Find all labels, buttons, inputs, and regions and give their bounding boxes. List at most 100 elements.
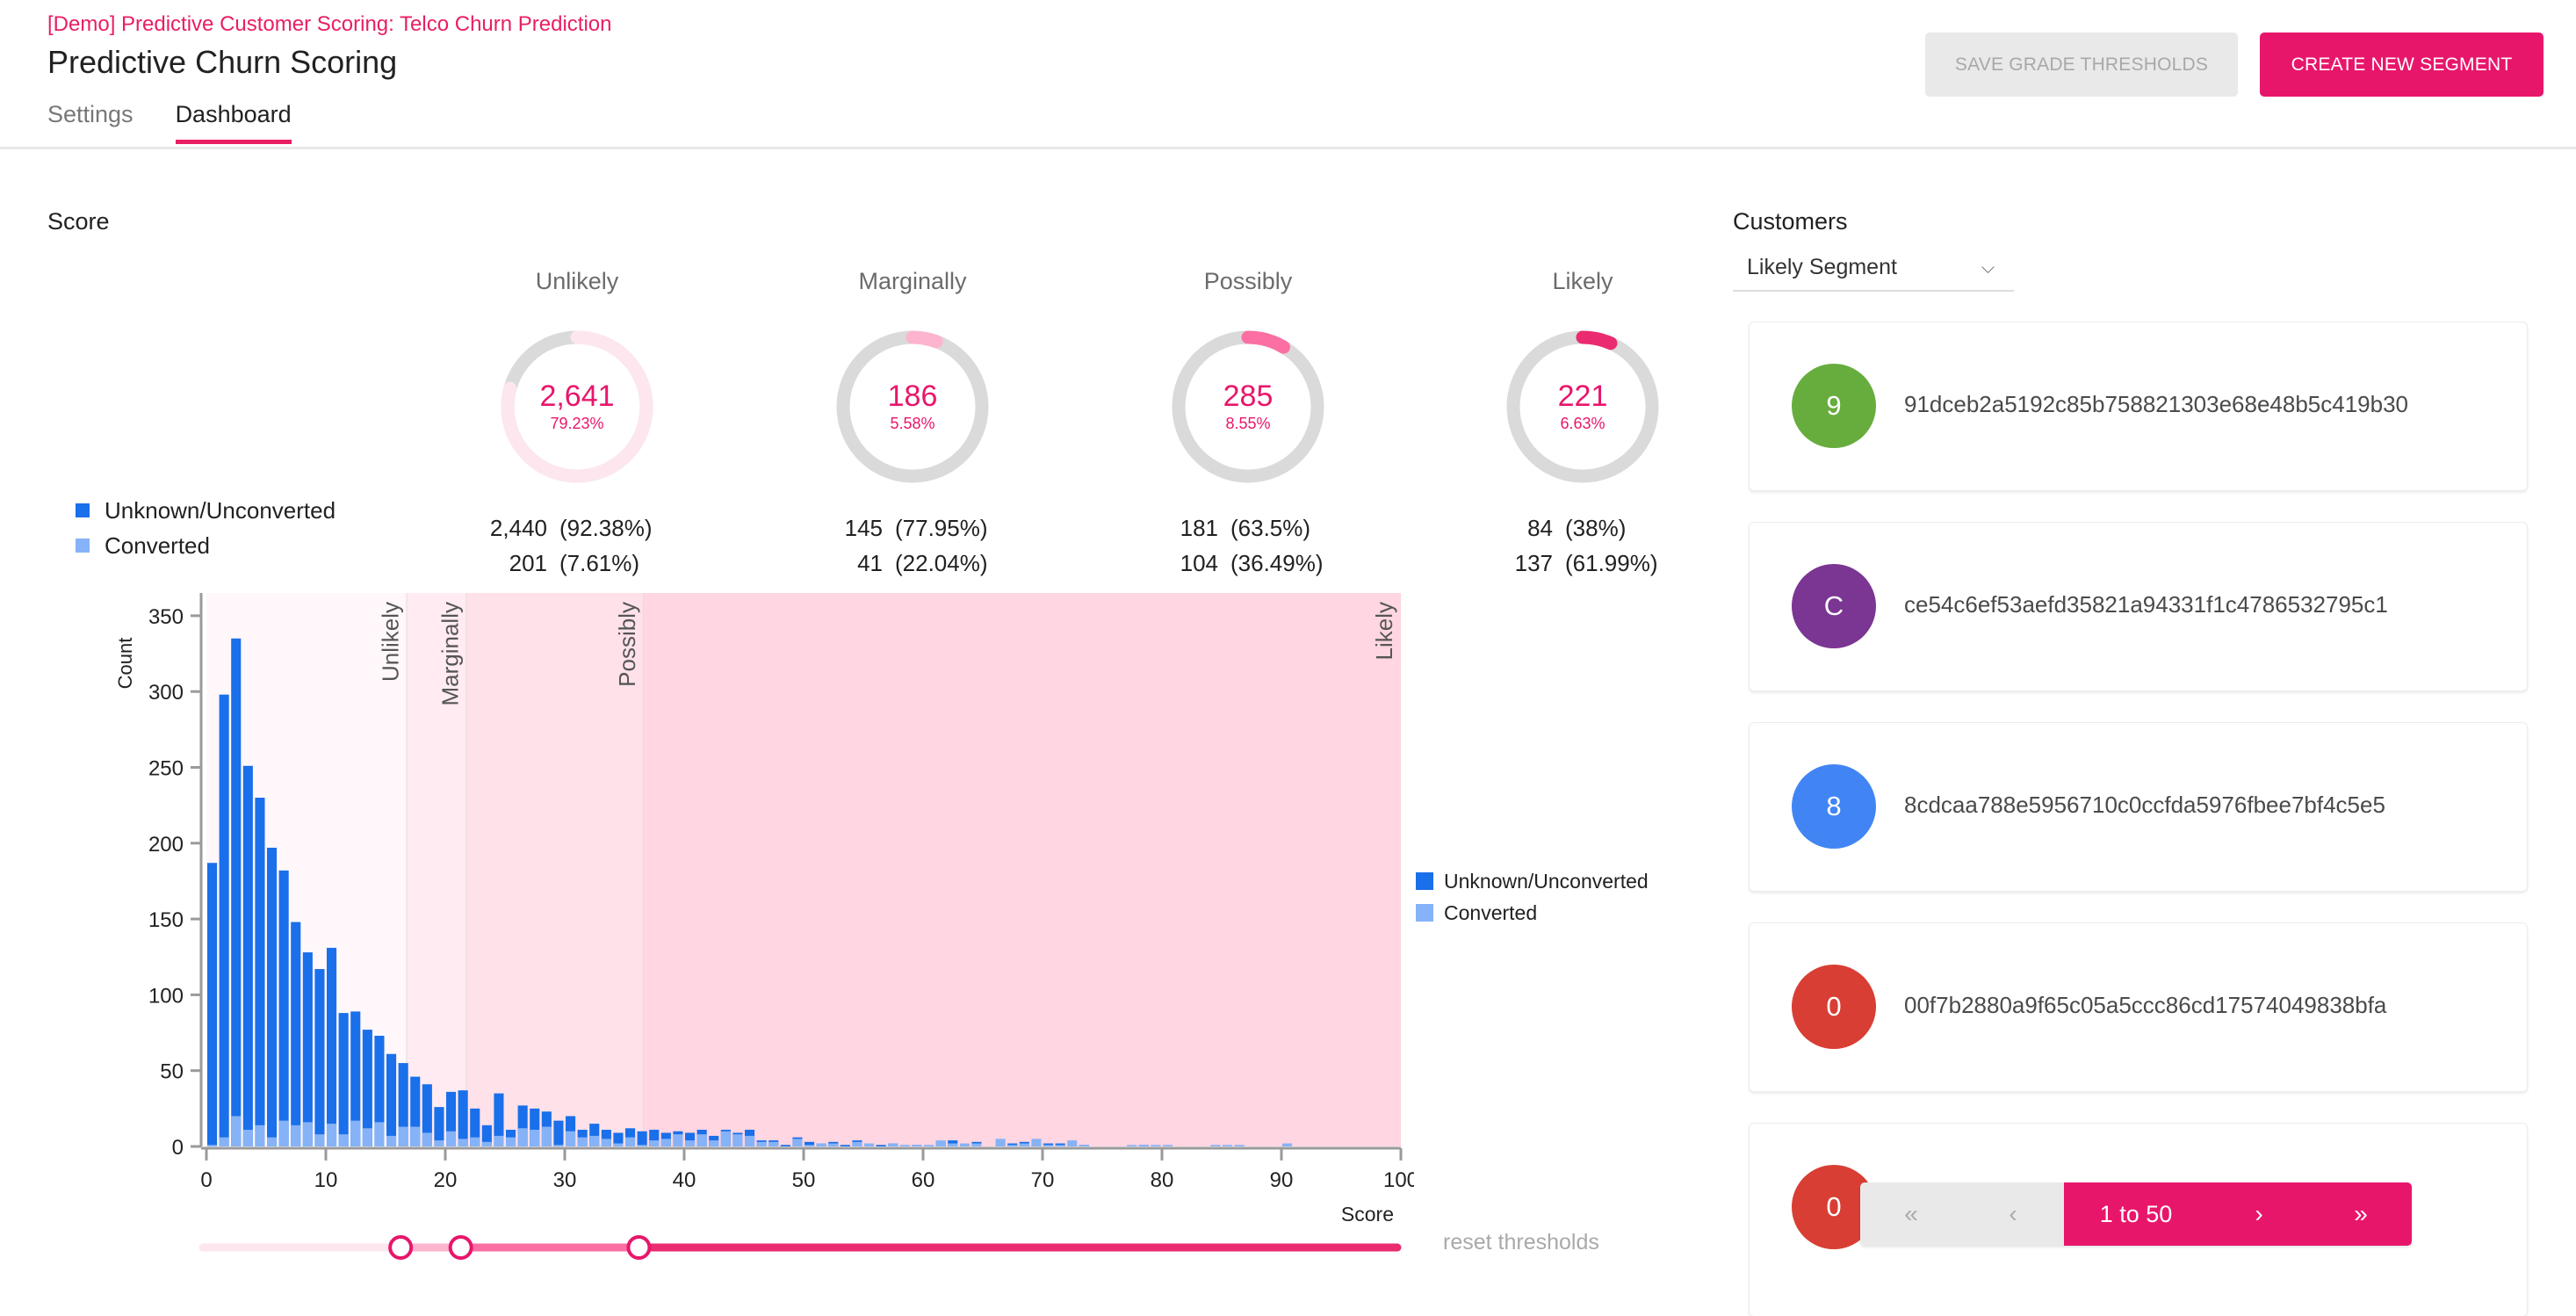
customer-id: 00f7b2880a9f65c05a5ccc86cd17574049838bfa bbox=[1904, 992, 2387, 1018]
bar-converted bbox=[912, 1145, 922, 1146]
customer-card[interactable]: 8 8cdcaa788e5956710c0ccfda5976fbee7bf4c5e… bbox=[1749, 722, 2528, 892]
first-page-button[interactable]: « bbox=[1860, 1182, 1962, 1246]
bar-converted bbox=[864, 1143, 875, 1146]
slider-handle[interactable] bbox=[388, 1235, 414, 1260]
grade-percent: 5.58% bbox=[890, 415, 935, 432]
bar-converted bbox=[1234, 1145, 1245, 1146]
grade-stats: 181 (63.5%) 104 (36.49%) bbox=[1125, 510, 1371, 581]
bar-converted bbox=[494, 1135, 504, 1146]
bar-converted bbox=[267, 1137, 278, 1146]
x-tick-label: 10 bbox=[314, 1168, 338, 1192]
converted-percent: (61.99%) bbox=[1565, 550, 1658, 576]
y-tick-label: 250 bbox=[148, 756, 184, 780]
bar-converted bbox=[660, 1139, 671, 1146]
bar-converted bbox=[816, 1143, 826, 1146]
bar-converted bbox=[1210, 1145, 1221, 1146]
threshold-slider[interactable] bbox=[198, 1230, 1402, 1265]
grade-possibly: Possibly 285 8.55% 181 (63.5%) 104 (36.49%… bbox=[1125, 268, 1371, 581]
legend-item-unconverted: Unknown/Unconverted bbox=[76, 493, 336, 528]
bar-converted bbox=[422, 1132, 432, 1146]
chart-legend: Unknown/Unconverted Converted bbox=[1416, 865, 1649, 929]
bar-converted bbox=[805, 1145, 815, 1146]
bar-converted bbox=[613, 1143, 624, 1146]
converted-count: 137 bbox=[1514, 550, 1553, 576]
bar-converted bbox=[995, 1139, 1006, 1146]
grade-percent: 79.23% bbox=[550, 415, 604, 432]
grade-count: 285 bbox=[1223, 380, 1274, 413]
prev-page-button[interactable]: ‹ bbox=[1962, 1182, 2064, 1246]
avatar: C bbox=[1792, 564, 1876, 648]
page-header: [Demo] Predictive Customer Scoring: Telc… bbox=[0, 0, 2576, 149]
bar-unconverted bbox=[242, 765, 253, 1146]
customer-card[interactable]: 9 91dceb2a5192c85b758821303e68e48b5c419b3… bbox=[1749, 322, 2528, 491]
bar-unconverted bbox=[291, 922, 301, 1146]
x-tick-label: 100 bbox=[1383, 1168, 1414, 1192]
y-tick-label: 100 bbox=[148, 984, 184, 1008]
avatar: 0 bbox=[1792, 965, 1876, 1049]
grade-percent: 8.55% bbox=[1225, 415, 1271, 432]
bar-converted bbox=[1055, 1145, 1065, 1146]
bar-unconverted bbox=[780, 1145, 790, 1146]
grade-name: Marginally bbox=[858, 268, 967, 294]
bar-converted bbox=[1127, 1145, 1137, 1146]
bar-converted bbox=[1163, 1145, 1173, 1146]
converted-percent: (22.04%) bbox=[895, 550, 988, 576]
bar-converted bbox=[673, 1134, 683, 1146]
unconverted-percent: (63.5%) bbox=[1230, 515, 1311, 541]
x-tick-label: 30 bbox=[553, 1168, 577, 1192]
breadcrumb[interactable]: [Demo] Predictive Customer Scoring: Telc… bbox=[47, 12, 612, 37]
bar-converted bbox=[398, 1126, 408, 1146]
bar-unconverted bbox=[553, 1120, 564, 1146]
bar-unconverted bbox=[267, 847, 278, 1146]
bar-converted bbox=[374, 1122, 385, 1146]
grade-name: Unlikely bbox=[535, 268, 619, 294]
chart-legend-swatch-unconverted bbox=[1416, 872, 1433, 890]
slider-handle[interactable] bbox=[448, 1235, 473, 1260]
chart-legend-label: Unknown/Unconverted bbox=[1444, 869, 1649, 893]
next-page-button[interactable]: › bbox=[2208, 1182, 2310, 1246]
grade-count: 221 bbox=[1557, 380, 1608, 413]
bar-converted bbox=[458, 1139, 468, 1146]
y-axis-label: Count bbox=[114, 638, 136, 690]
page-title: Predictive Churn Scoring bbox=[47, 44, 398, 80]
bar-converted bbox=[792, 1139, 803, 1146]
customer-card[interactable]: 0 00f7b2880a9f65c05a5ccc86cd17574049838bf… bbox=[1749, 922, 2528, 1092]
x-tick-label: 70 bbox=[1031, 1168, 1055, 1192]
bar-unconverted bbox=[840, 1145, 850, 1146]
bar-converted bbox=[278, 1120, 289, 1146]
bar-unconverted bbox=[302, 952, 313, 1146]
create-new-segment-button[interactable]: CREATE NEW SEGMENT bbox=[2260, 33, 2544, 97]
bar-unconverted bbox=[278, 870, 289, 1146]
last-page-button[interactable]: » bbox=[2310, 1182, 2412, 1246]
bar-converted bbox=[685, 1140, 696, 1146]
save-grade-thresholds-button[interactable]: SAVE GRADE THRESHOLDS bbox=[1925, 33, 2238, 97]
bar-converted bbox=[852, 1141, 862, 1146]
y-tick-label: 300 bbox=[148, 681, 184, 705]
bar-converted bbox=[971, 1143, 982, 1146]
bar-converted bbox=[481, 1141, 492, 1146]
customer-card[interactable]: Cce54c6ef53aefd35821a94331f1c4786532795c… bbox=[1749, 522, 2528, 691]
bar-converted bbox=[625, 1137, 636, 1146]
bar-converted bbox=[541, 1126, 552, 1146]
band-label: Possibly bbox=[614, 602, 640, 687]
unconverted-percent: (77.95%) bbox=[895, 515, 988, 541]
tab-settings[interactable]: Settings bbox=[47, 101, 133, 142]
segment-select[interactable]: Likely Segment ⌵ bbox=[1733, 255, 2014, 292]
tab-dashboard[interactable]: Dashboard bbox=[175, 101, 292, 144]
score-histogram: Unlikely Marginally Possibly Likely05010015… bbox=[114, 593, 1414, 1226]
bar-converted bbox=[959, 1143, 970, 1146]
bar-converted bbox=[1019, 1143, 1029, 1146]
avatar: 9 bbox=[1792, 364, 1876, 448]
unconverted-count: 181 bbox=[1180, 515, 1218, 541]
reset-thresholds-link[interactable]: reset thresholds bbox=[1443, 1230, 1599, 1255]
bar-converted bbox=[291, 1124, 301, 1146]
score-legend: Unknown/Unconverted Converted bbox=[76, 493, 336, 563]
grade-unlikely: Unlikely 2,641 79.23% 2,440 (92.38%) 201 (… bbox=[454, 268, 700, 581]
segment-select-value: Likely Segment bbox=[1747, 255, 1897, 279]
slider-handle[interactable] bbox=[626, 1235, 652, 1260]
bar-unconverted bbox=[327, 947, 337, 1146]
legend-swatch-unconverted bbox=[76, 503, 90, 517]
bar-converted bbox=[410, 1126, 421, 1146]
double-chevron-left-icon: « bbox=[1904, 1200, 1918, 1227]
bar-converted bbox=[589, 1135, 600, 1146]
